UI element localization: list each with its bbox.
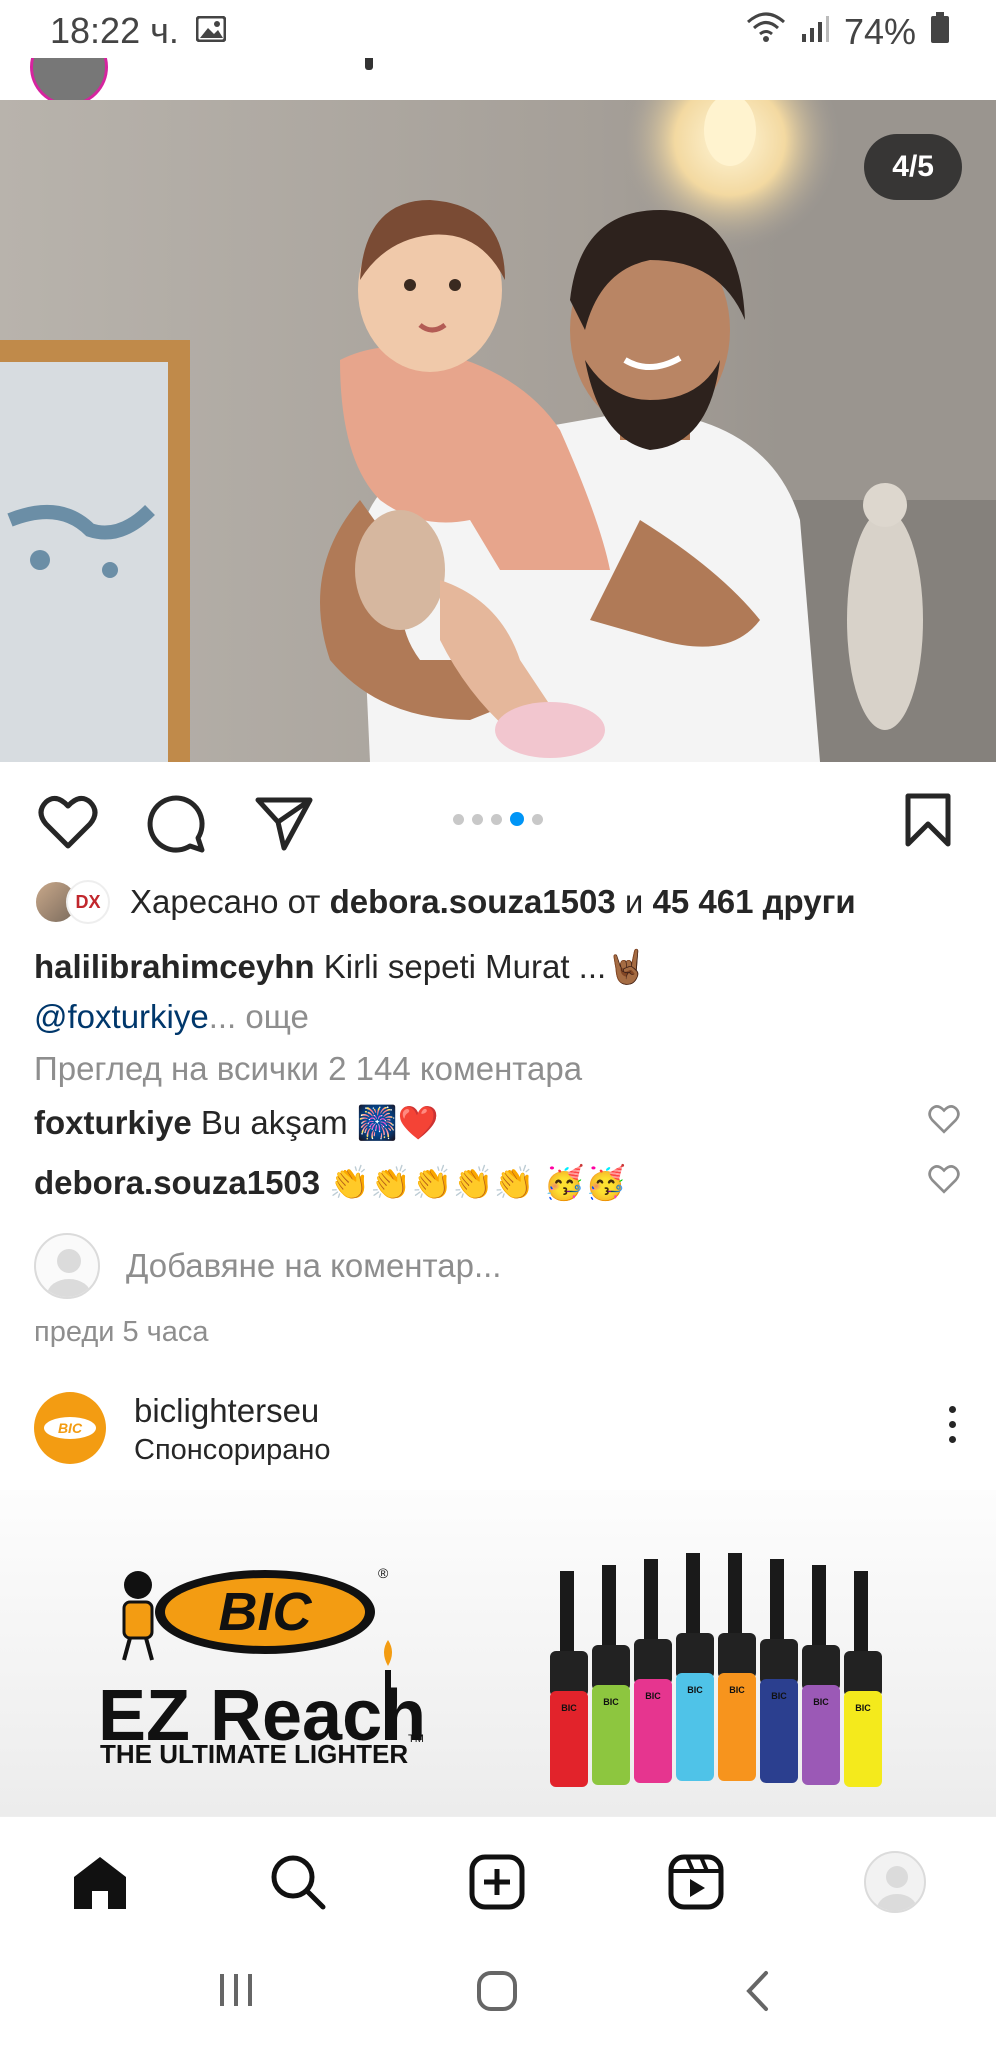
likes-join: и xyxy=(624,883,644,920)
caption-author[interactable]: halilibrahimceyhn xyxy=(34,948,315,985)
more-options-icon[interactable] xyxy=(949,1406,956,1443)
profile-avatar-icon xyxy=(864,1851,926,1913)
post-author-name-fragment[interactable] xyxy=(365,58,373,70)
post-timestamp: преди 5 часа xyxy=(34,1316,209,1348)
advertiser-avatar-text: BIC xyxy=(58,1420,83,1436)
svg-text:BIC: BIC xyxy=(729,1685,745,1695)
share-send-icon[interactable] xyxy=(254,794,314,857)
lighter: BIC xyxy=(802,1565,840,1785)
lighter: BIC xyxy=(844,1571,882,1787)
signal-icon xyxy=(800,11,830,53)
carousel-dot xyxy=(491,813,502,825)
comment-text: 👏👏👏👏👏 🥳🥳 xyxy=(329,1164,627,1201)
recent-apps-icon[interactable] xyxy=(216,1972,256,2013)
post-image[interactable]: 4/5 xyxy=(0,100,996,762)
lighters-group: BIC BIC BIC BIC BIC BIC BIC BIC xyxy=(550,1553,882,1787)
svg-text:BIC: BIC xyxy=(687,1685,703,1695)
carousel-dot xyxy=(532,813,543,825)
advertiser-avatar[interactable]: BIC xyxy=(34,1392,106,1464)
comment-row: debora.souza1503 👏👏👏👏👏 🥳🥳 xyxy=(34,1164,626,1203)
lighter: BIC xyxy=(592,1565,630,1785)
battery-percent: 74% xyxy=(843,10,916,52)
lighter: BIC xyxy=(718,1553,756,1781)
svg-text:BIC: BIC xyxy=(603,1697,619,1707)
svg-text:BIC: BIC xyxy=(771,1691,787,1701)
lighter: BIC xyxy=(550,1571,588,1787)
comment-row: foxturkiye Bu akşam 🎆❤️ xyxy=(34,1104,439,1143)
likes-text: Харесано от debora.souza1503 и 45 461 др… xyxy=(130,883,856,921)
comment-bubble-icon[interactable] xyxy=(146,794,206,859)
likes-summary[interactable]: DX Харесано от debora.souza1503 и 45 461… xyxy=(34,880,856,924)
add-comment-input[interactable]: Добавяне на коментар... xyxy=(126,1247,501,1285)
carousel-indicator xyxy=(453,812,543,826)
wifi-icon xyxy=(746,10,786,53)
product-tagline: THE ULTIMATE LIGHTER xyxy=(100,1739,408,1769)
create-post-icon[interactable] xyxy=(462,1847,532,1917)
post-photo xyxy=(0,100,996,762)
system-navigation-bar xyxy=(0,1936,996,2048)
add-comment-row[interactable]: Добавяне на коментар... xyxy=(34,1232,501,1300)
back-icon[interactable] xyxy=(744,1970,770,2017)
comment-user[interactable]: debora.souza1503 xyxy=(34,1164,320,1201)
lighter: BIC xyxy=(634,1559,672,1783)
caption-more-link[interactable]: още xyxy=(245,998,309,1035)
likes-prefix: Харесано от xyxy=(130,883,321,920)
user-avatar xyxy=(34,1233,100,1299)
post-caption: halilibrahimceyhn Kirli sepeti Murat ...… xyxy=(34,942,954,1042)
sponsored-label: Спонсорирано xyxy=(134,1434,331,1466)
likes-count[interactable]: 45 461 други xyxy=(653,883,856,920)
comment-user[interactable]: foxturkiye xyxy=(34,1104,192,1141)
caption-ellipsis: ... xyxy=(208,998,237,1035)
ad-image[interactable]: BIC ® EZ Reach THE ULTIMATE LIGHTER TM B… xyxy=(0,1490,996,1816)
search-icon[interactable] xyxy=(263,1847,333,1917)
lighter: BIC xyxy=(760,1559,798,1783)
bic-logo-text: BIC xyxy=(219,1582,313,1642)
lighter: BIC xyxy=(676,1553,714,1781)
svg-text:BIC: BIC xyxy=(813,1697,829,1707)
ad-creative: BIC ® EZ Reach THE ULTIMATE LIGHTER TM B… xyxy=(98,1553,882,1787)
bottom-navigation xyxy=(0,1816,996,1937)
image-counter: 4/5 xyxy=(864,134,962,200)
battery-icon xyxy=(930,11,950,53)
comment-like-heart-icon[interactable] xyxy=(928,1104,960,1139)
profile-tab[interactable] xyxy=(860,1847,930,1917)
home-button-icon[interactable] xyxy=(476,1970,518,2017)
advertiser-name[interactable]: biclighterseu xyxy=(134,1392,319,1430)
like-heart-icon[interactable] xyxy=(38,794,98,855)
caption-mention[interactable]: @foxturkiye xyxy=(34,998,209,1035)
trademark-mark: TM xyxy=(408,1733,424,1745)
home-icon[interactable] xyxy=(65,1847,135,1917)
sponsored-post-header: BIC biclighterseu Спонсорирано xyxy=(0,1380,996,1490)
view-all-comments-link[interactable]: Преглед на всички 2 144 коментара xyxy=(34,1050,582,1088)
registered-mark: ® xyxy=(378,1565,389,1581)
liked-by-user[interactable]: debora.souza1503 xyxy=(330,883,616,920)
post-actions-bar xyxy=(0,762,996,882)
comment-text: Bu akşam 🎆❤️ xyxy=(200,1104,439,1141)
post-header xyxy=(0,58,996,101)
bookmark-save-icon[interactable] xyxy=(904,792,952,853)
svg-text:BIC: BIC xyxy=(561,1703,577,1713)
gallery-notification-icon xyxy=(195,15,227,47)
liker-avatar: DX xyxy=(66,880,110,924)
reels-icon[interactable] xyxy=(661,1847,731,1917)
post-author-avatar[interactable] xyxy=(30,58,108,100)
svg-text:BIC: BIC xyxy=(645,1691,661,1701)
status-bar: 18:22 ч. 74% xyxy=(0,0,996,58)
carousel-dot-active xyxy=(510,812,524,826)
caption-text: Kirli sepeti Murat ...🤘🏾 xyxy=(323,948,648,985)
carousel-dot xyxy=(472,813,483,825)
status-time: 18:22 ч. xyxy=(50,10,179,51)
comment-like-heart-icon[interactable] xyxy=(928,1164,960,1199)
carousel-dot xyxy=(453,813,464,825)
svg-text:BIC: BIC xyxy=(855,1703,871,1713)
